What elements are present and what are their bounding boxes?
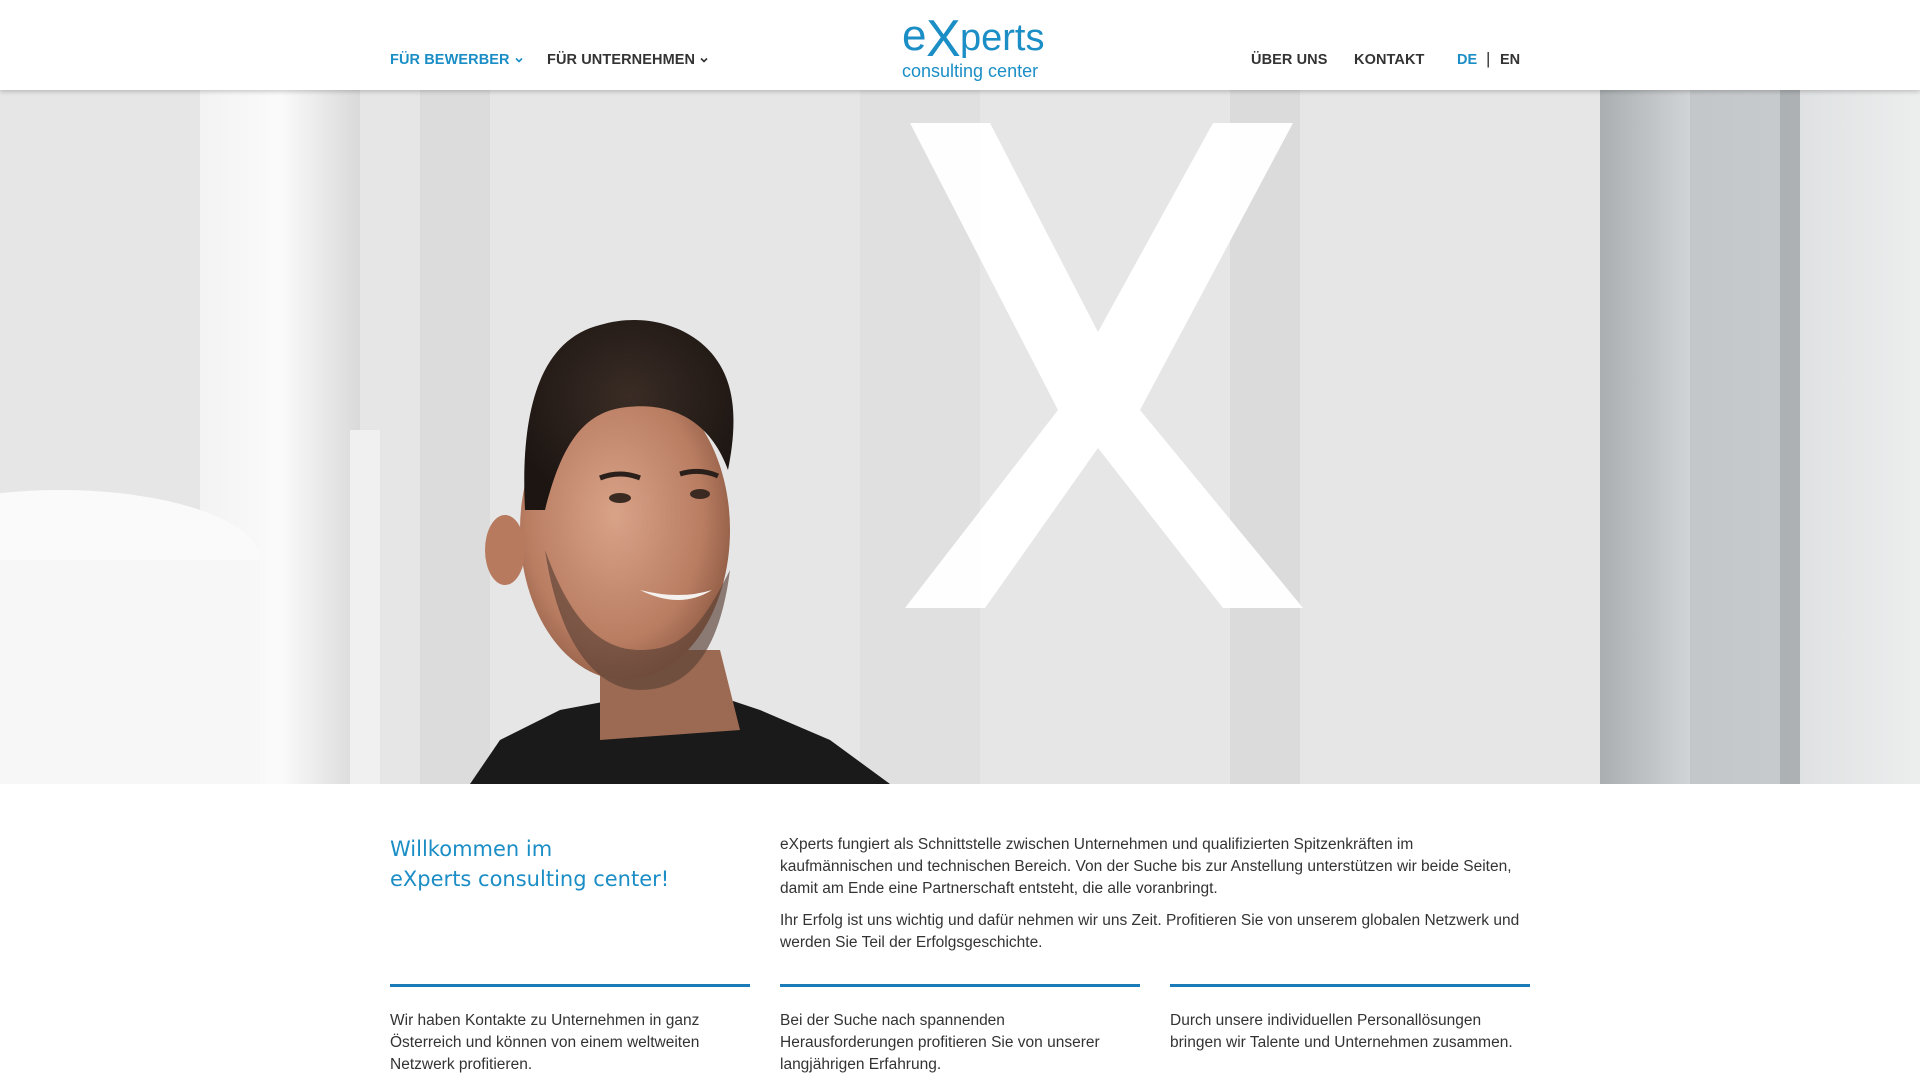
experts-logo[interactable]: e X perts consulting center [900, 6, 1050, 84]
feature-divider [780, 984, 1140, 987]
nav-kontakt[interactable]: KONTAKT [1354, 52, 1425, 68]
welcome-line-2: eXperts consulting center! [390, 867, 670, 891]
nav-fuer-unternehmen[interactable]: FÜR UNTERNEHMEN [547, 52, 709, 68]
intro-paragraph-2: Ihr Erfolg ist uns wichtig und dafür neh… [780, 912, 1520, 951]
feature-text: Wir haben Kontakte zu Unternehmen in gan… [390, 1012, 700, 1073]
site-header: FÜR BEWERBER FÜR UNTERNEHMEN e X perts c… [0, 0, 1920, 90]
welcome-line-1: Willkommen im [390, 837, 553, 861]
lang-separator: | [1486, 49, 1491, 68]
logo-tagline: consulting center [902, 61, 1038, 81]
feature-solutions: Durch unsere individuellen Personallösun… [1170, 984, 1530, 1054]
feature-divider [390, 984, 750, 987]
feature-network: Wir haben Kontakte zu Unternehmen in gan… [390, 984, 750, 1076]
welcome-heading: Willkommen im eXperts consulting center! [390, 834, 750, 894]
lang-en[interactable]: EN [1500, 52, 1520, 68]
intro-text: eXperts fungiert als Schnittstelle zwisc… [780, 834, 1520, 964]
logo-word-x: X [926, 10, 961, 68]
logo-word-suffix: perts [960, 17, 1044, 59]
feature-divider [1170, 984, 1530, 987]
chevron-down-icon [514, 55, 524, 65]
intro-paragraph-1: eXperts fungiert als Schnittstelle zwisc… [780, 836, 1512, 897]
chevron-down-icon [699, 55, 709, 65]
feature-text: Bei der Suche nach spannenden Herausford… [780, 1012, 1100, 1073]
feature-text: Durch unsere individuellen Personallösun… [1170, 1012, 1513, 1051]
nav-fuer-bewerber-label: FÜR BEWERBER [390, 52, 510, 68]
lang-de[interactable]: DE [1457, 52, 1477, 68]
nav-fuer-bewerber[interactable]: FÜR BEWERBER [390, 52, 524, 68]
nav-fuer-unternehmen-label: FÜR UNTERNEHMEN [547, 52, 696, 68]
nav-ueber-uns[interactable]: ÜBER UNS [1251, 52, 1328, 68]
nav-kontakt-label: KONTAKT [1354, 52, 1425, 68]
hero-banner [0, 90, 1920, 784]
logo-word-prefix: e [902, 11, 926, 60]
smiling-man-office-photo [0, 90, 1920, 784]
nav-ueber-uns-label: ÜBER UNS [1251, 52, 1328, 68]
feature-experience: Bei der Suche nach spannenden Herausford… [780, 984, 1140, 1076]
